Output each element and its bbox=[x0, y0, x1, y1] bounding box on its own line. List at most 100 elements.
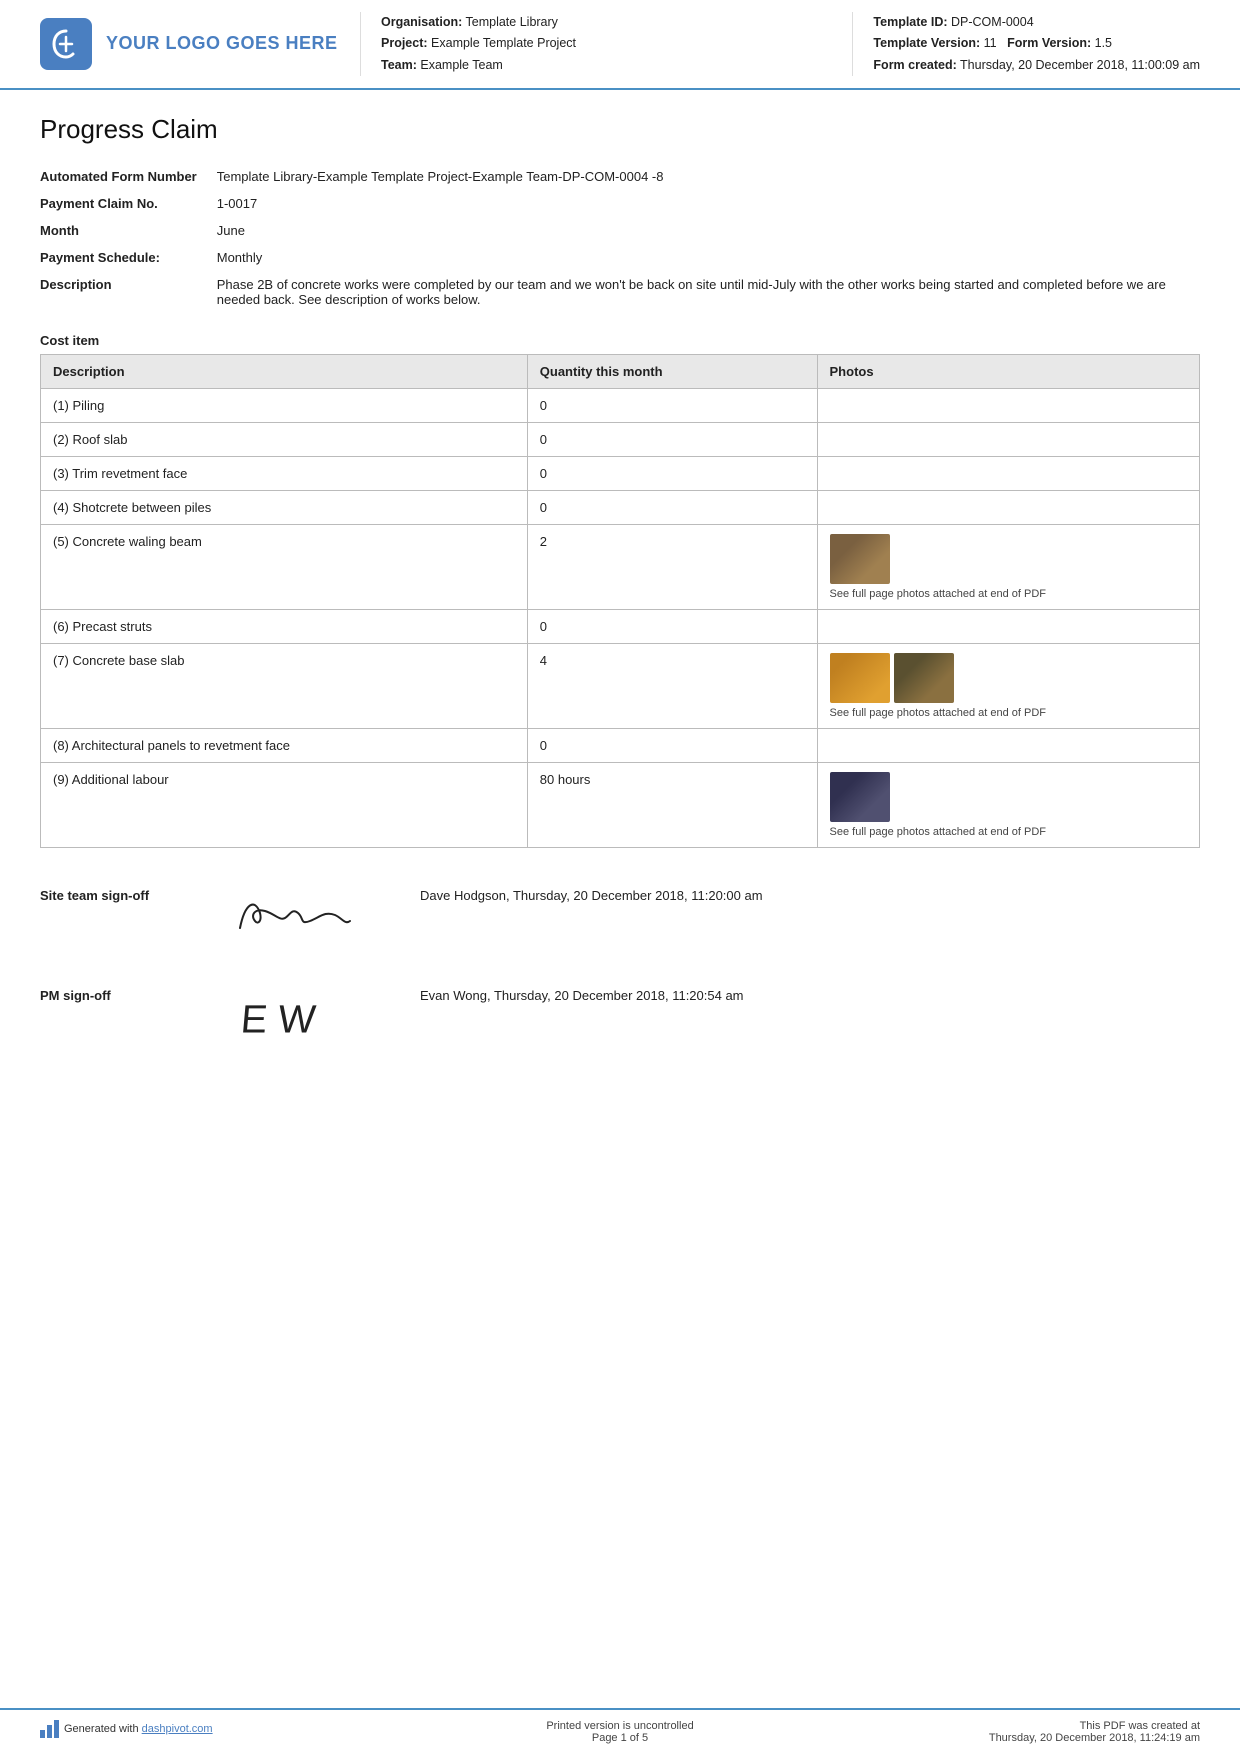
cost-table-body: (1) Piling 0 (2) Roof slab 0 (3) Trim re… bbox=[41, 388, 1200, 847]
info-row: Payment Schedule: Monthly bbox=[40, 244, 1200, 271]
table-row: (9) Additional labour 80 hours See full … bbox=[41, 762, 1200, 847]
header-meta-right: Template ID: DP-COM-0004 Template Versio… bbox=[852, 12, 1200, 76]
generated-text: Generated with dashpivot.com bbox=[64, 1723, 213, 1735]
info-label: Automated Form Number bbox=[40, 163, 217, 190]
cost-quantity: 0 bbox=[527, 609, 817, 643]
form-created-line: Form created: Thursday, 20 December 2018… bbox=[873, 55, 1200, 76]
cost-quantity: 0 bbox=[527, 728, 817, 762]
svg-text:E W: E W bbox=[239, 998, 318, 1042]
cost-quantity: 80 hours bbox=[527, 762, 817, 847]
logo-icon bbox=[40, 18, 92, 70]
footer-brand: Generated with dashpivot.com bbox=[40, 1720, 213, 1738]
form-version-value: 1.5 bbox=[1095, 36, 1112, 50]
photo-thumb bbox=[894, 653, 954, 703]
signoff-label: PM sign-off bbox=[40, 978, 200, 1003]
footer-center: Printed version is uncontrolledPage 1 of… bbox=[427, 1720, 814, 1744]
logo-area: YOUR LOGO GOES HERE bbox=[40, 12, 340, 76]
table-row: (6) Precast struts 0 bbox=[41, 609, 1200, 643]
team-line: Team: Example Team bbox=[381, 55, 832, 76]
cost-quantity: 0 bbox=[527, 490, 817, 524]
photo-thumb bbox=[830, 772, 890, 822]
cost-description: (9) Additional labour bbox=[41, 762, 528, 847]
info-row: Automated Form Number Template Library-E… bbox=[40, 163, 1200, 190]
cost-photos bbox=[817, 456, 1199, 490]
cost-photos bbox=[817, 609, 1199, 643]
info-table: Automated Form Number Template Library-E… bbox=[40, 163, 1200, 313]
dashpivot-icon bbox=[40, 1720, 59, 1738]
cost-description: (8) Architectural panels to revetment fa… bbox=[41, 728, 528, 762]
project-line: Project: Example Template Project bbox=[381, 33, 832, 54]
cost-photos bbox=[817, 388, 1199, 422]
cost-photos bbox=[817, 490, 1199, 524]
cost-photos: See full page photos attached at end of … bbox=[817, 762, 1199, 847]
signature-image: E W bbox=[220, 983, 380, 1043]
org-line: Organisation: Template Library bbox=[381, 12, 832, 33]
signoff-row: PM sign-off E W Evan Wong, Thursday, 20 … bbox=[40, 978, 1200, 1048]
version-line: Template Version: 11 Form Version: 1.5 bbox=[873, 33, 1200, 54]
photo-note: See full page photos attached at end of … bbox=[830, 588, 1187, 600]
footer: Generated with dashpivot.com Printed ver… bbox=[0, 1708, 1240, 1754]
signature-image bbox=[220, 883, 380, 943]
info-row: Payment Claim No. 1-0017 bbox=[40, 190, 1200, 217]
pdf-created-text: This PDF was created atThursday, 20 Dece… bbox=[989, 1720, 1200, 1744]
cost-quantity: 0 bbox=[527, 456, 817, 490]
cost-quantity: 0 bbox=[527, 388, 817, 422]
template-version-label: Template Version: bbox=[873, 36, 980, 50]
uncontrolled-text: Printed version is uncontrolledPage 1 of… bbox=[546, 1720, 693, 1744]
cost-header-row: Description Quantity this month Photos bbox=[41, 354, 1200, 388]
cost-description: (4) Shotcrete between piles bbox=[41, 490, 528, 524]
info-label: Description bbox=[40, 271, 217, 313]
col-photos: Photos bbox=[817, 354, 1199, 388]
info-label: Payment Schedule: bbox=[40, 244, 217, 271]
table-row: (7) Concrete base slab 4 See full page p… bbox=[41, 643, 1200, 728]
signoff-section: Site team sign-off Dave Hodgson, Thursda… bbox=[40, 878, 1200, 1048]
template-id-label: Template ID: bbox=[873, 15, 947, 29]
info-value: Monthly bbox=[217, 244, 1200, 271]
main-content: Progress Claim Automated Form Number Tem… bbox=[0, 90, 1240, 1708]
photo-note: See full page photos attached at end of … bbox=[830, 826, 1187, 838]
cost-table: Description Quantity this month Photos (… bbox=[40, 354, 1200, 848]
cost-photos bbox=[817, 728, 1199, 762]
footer-left: Generated with dashpivot.com bbox=[40, 1720, 427, 1738]
header: YOUR LOGO GOES HERE Organisation: Templa… bbox=[0, 0, 1240, 90]
team-label: Team: bbox=[381, 58, 417, 72]
cost-description: (6) Precast struts bbox=[41, 609, 528, 643]
cost-quantity: 2 bbox=[527, 524, 817, 609]
dashpivot-link[interactable]: dashpivot.com bbox=[142, 1723, 213, 1735]
cost-description: (1) Piling bbox=[41, 388, 528, 422]
signoff-row: Site team sign-off Dave Hodgson, Thursda… bbox=[40, 878, 1200, 948]
form-created-value: Thursday, 20 December 2018, 11:00:09 am bbox=[960, 58, 1200, 72]
cost-photos: See full page photos attached at end of … bbox=[817, 643, 1199, 728]
cost-item-label: Cost item bbox=[40, 333, 1200, 348]
table-row: (1) Piling 0 bbox=[41, 388, 1200, 422]
cost-photos bbox=[817, 422, 1199, 456]
info-row: Description Phase 2B of concrete works w… bbox=[40, 271, 1200, 313]
cost-quantity: 4 bbox=[527, 643, 817, 728]
table-row: (3) Trim revetment face 0 bbox=[41, 456, 1200, 490]
cost-table-header: Description Quantity this month Photos bbox=[41, 354, 1200, 388]
cost-description: (3) Trim revetment face bbox=[41, 456, 528, 490]
cost-photos: See full page photos attached at end of … bbox=[817, 524, 1199, 609]
info-value: Template Library-Example Template Projec… bbox=[217, 163, 1200, 190]
form-created-label: Form created: bbox=[873, 58, 956, 72]
page: YOUR LOGO GOES HERE Organisation: Templa… bbox=[0, 0, 1240, 1754]
table-row: (5) Concrete waling beam 2 See full page… bbox=[41, 524, 1200, 609]
org-label: Organisation: bbox=[381, 15, 462, 29]
template-id-value: DP-COM-0004 bbox=[951, 15, 1034, 29]
template-version-value: 11 bbox=[984, 36, 997, 50]
table-row: (2) Roof slab 0 bbox=[41, 422, 1200, 456]
page-title: Progress Claim bbox=[40, 114, 1200, 145]
footer-right: This PDF was created atThursday, 20 Dece… bbox=[813, 1720, 1200, 1744]
table-row: (8) Architectural panels to revetment fa… bbox=[41, 728, 1200, 762]
info-label: Payment Claim No. bbox=[40, 190, 217, 217]
cost-description: (5) Concrete waling beam bbox=[41, 524, 528, 609]
team-value: Example Team bbox=[420, 58, 502, 72]
project-value: Example Template Project bbox=[431, 36, 576, 50]
form-version-label: Form Version: bbox=[1007, 36, 1091, 50]
signoff-signature: E W bbox=[200, 978, 400, 1048]
logo-text: YOUR LOGO GOES HERE bbox=[106, 33, 338, 54]
info-value: June bbox=[217, 217, 1200, 244]
signoff-person: Evan Wong, Thursday, 20 December 2018, 1… bbox=[400, 978, 744, 1003]
info-row: Month June bbox=[40, 217, 1200, 244]
table-row: (4) Shotcrete between piles 0 bbox=[41, 490, 1200, 524]
